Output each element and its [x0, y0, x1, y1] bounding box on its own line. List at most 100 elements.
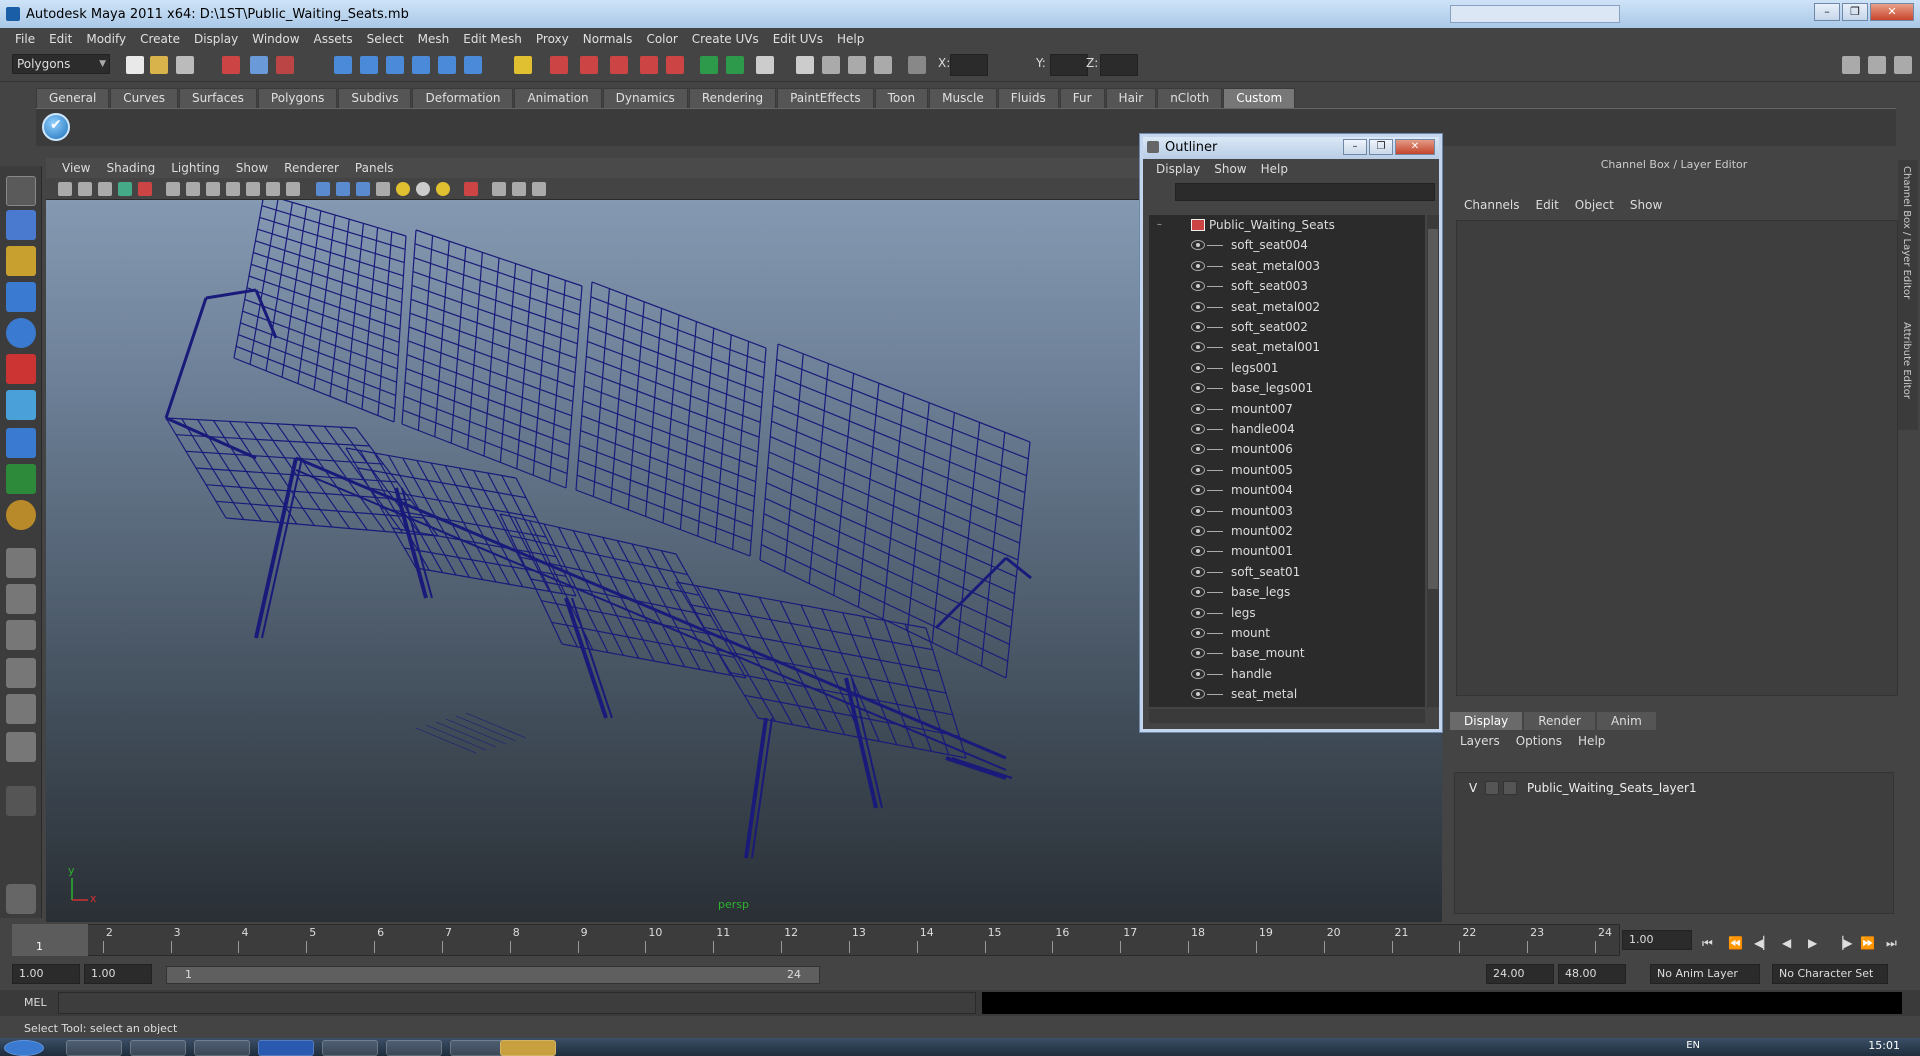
- menu-proxy[interactable]: Proxy: [529, 32, 576, 46]
- taskbar-app-2-icon[interactable]: [194, 1040, 250, 1056]
- move-tool-icon[interactable]: [6, 282, 36, 312]
- layer-menu-help[interactable]: Help: [1570, 734, 1613, 748]
- outliner-item[interactable]: seat_metal002: [1149, 297, 1425, 317]
- menu-window[interactable]: Window: [245, 32, 306, 46]
- menu-create-uvs[interactable]: Create UVs: [685, 32, 766, 46]
- character-set-selector[interactable]: No Character Set: [1772, 964, 1888, 984]
- paint-select-tool-icon[interactable]: [6, 246, 36, 276]
- manipulator-tool-icon[interactable]: [6, 390, 36, 420]
- layer-menu-options[interactable]: Options: [1508, 734, 1570, 748]
- side-tab-attribute-editor[interactable]: Attribute Editor: [1901, 322, 1912, 399]
- show-manipulator-icon[interactable]: [6, 464, 36, 494]
- more-layouts-icon[interactable]: [6, 786, 36, 816]
- menu-normals[interactable]: Normals: [576, 32, 640, 46]
- menu-display[interactable]: Display: [187, 32, 245, 46]
- panel-layout-icon[interactable]: [1842, 56, 1860, 74]
- smooth-shading-icon[interactable]: [336, 182, 350, 196]
- play-backwards-icon[interactable]: ◀: [1782, 936, 1800, 950]
- lasso-tool-icon[interactable]: [6, 210, 36, 240]
- menu-edit-mesh[interactable]: Edit Mesh: [456, 32, 529, 46]
- outliner-item[interactable]: base_mount: [1149, 643, 1425, 663]
- single-pane-layout-icon[interactable]: [6, 548, 36, 578]
- go-to-end-icon[interactable]: ⏭: [1886, 936, 1904, 950]
- shelf-tab-custom[interactable]: Custom: [1223, 88, 1296, 108]
- outliner-menu-display[interactable]: Display: [1149, 162, 1207, 176]
- command-input[interactable]: [58, 992, 976, 1014]
- render-settings-icon[interactable]: [640, 56, 658, 74]
- time-slider[interactable]: 123456789101112131415161718192021222324: [12, 924, 1620, 956]
- outliner-item[interactable]: handle004: [1149, 419, 1425, 439]
- outliner-item[interactable]: mount005: [1149, 460, 1425, 480]
- playback-start-field[interactable]: 1.00: [84, 964, 152, 984]
- side-tab-channel-box[interactable]: Channel Box / Layer Editor: [1901, 166, 1912, 299]
- render-region-icon[interactable]: [726, 56, 744, 74]
- range-slider[interactable]: 1 24: [166, 966, 820, 984]
- viewport-menu-show[interactable]: Show: [228, 161, 276, 175]
- scale-tool-icon[interactable]: [6, 354, 36, 384]
- shelf-tab-surfaces[interactable]: Surfaces: [178, 88, 257, 108]
- outliner-close-button[interactable]: ✕: [1395, 139, 1435, 155]
- layer-visibility-toggle[interactable]: V: [1469, 781, 1477, 795]
- start-time-field[interactable]: 1.00: [12, 964, 80, 984]
- shelf-tab-muscle[interactable]: Muscle: [929, 88, 997, 108]
- select-camera-icon[interactable]: [58, 182, 72, 196]
- snap-curve-icon[interactable]: [360, 56, 378, 74]
- shelf-tab-subdivs[interactable]: Subdivs: [338, 88, 412, 108]
- select-by-component-icon[interactable]: [276, 56, 294, 74]
- select-tool-icon[interactable]: [6, 176, 36, 206]
- safe-title-icon[interactable]: [286, 182, 300, 196]
- layer-tab-display[interactable]: Display: [1450, 712, 1523, 730]
- render-view-icon[interactable]: [700, 56, 718, 74]
- viewport-menu-panels[interactable]: Panels: [347, 161, 402, 175]
- outliner-item[interactable]: soft_seat003: [1149, 276, 1425, 296]
- outliner-item[interactable]: mount: [1149, 623, 1425, 643]
- outliner-root-item[interactable]: – Public_Waiting_Seats: [1149, 215, 1425, 235]
- bookmarks-icon[interactable]: [98, 182, 112, 196]
- language-indicator[interactable]: EN: [1686, 1040, 1700, 1051]
- custom-shelf-button-icon[interactable]: [42, 113, 70, 141]
- layer-tab-render[interactable]: Render: [1524, 712, 1595, 730]
- help-search-field[interactable]: [1450, 5, 1620, 23]
- outliner-item[interactable]: soft_seat002: [1149, 317, 1425, 337]
- rotate-tool-icon[interactable]: [6, 318, 36, 348]
- taskbar-app-chrome-icon[interactable]: [66, 1040, 122, 1056]
- outliner-item[interactable]: mount007: [1149, 399, 1425, 419]
- wireframe-shading-icon[interactable]: [316, 182, 330, 196]
- shelf-tab-dynamics[interactable]: Dynamics: [602, 88, 688, 108]
- image-plane-icon[interactable]: [118, 182, 132, 196]
- step-forward-key-icon[interactable]: ⏩: [1860, 936, 1878, 950]
- outliner-item[interactable]: base_legs001: [1149, 378, 1425, 398]
- outliner-menu-show[interactable]: Show: [1207, 162, 1253, 176]
- channel-box-menu-channels[interactable]: Channels: [1456, 198, 1528, 212]
- grid-icon[interactable]: [166, 182, 180, 196]
- channel-box-menu-edit[interactable]: Edit: [1528, 198, 1567, 212]
- field-chart-icon[interactable]: [246, 182, 260, 196]
- persp-graph-layout-icon[interactable]: [6, 694, 36, 724]
- show-hide-icon[interactable]: [756, 56, 774, 74]
- select-by-object-icon[interactable]: [250, 56, 268, 74]
- menu-edit[interactable]: Edit: [42, 32, 79, 46]
- viewport-menu-renderer[interactable]: Renderer: [276, 161, 347, 175]
- textured-icon[interactable]: [376, 182, 390, 196]
- taskbar-app-3-icon[interactable]: [386, 1040, 442, 1056]
- panel-layout-3-icon[interactable]: [1894, 56, 1912, 74]
- y-field[interactable]: [1050, 54, 1088, 76]
- menu-set-selector[interactable]: Polygons ▼: [12, 54, 110, 74]
- current-time-field[interactable]: 1.00: [1622, 930, 1692, 950]
- outliner-menu-help[interactable]: Help: [1254, 162, 1295, 176]
- input-output-icon[interactable]: [514, 56, 532, 74]
- four-pane-layout-icon[interactable]: [6, 584, 36, 614]
- new-scene-icon[interactable]: [126, 56, 144, 74]
- wireframe-on-shaded-icon[interactable]: [356, 182, 370, 196]
- select-by-hierarchy-icon[interactable]: [222, 56, 240, 74]
- attribute-editor-icon[interactable]: [822, 56, 840, 74]
- layer-template-toggle[interactable]: [1485, 781, 1499, 795]
- persp-outliner-layout-icon[interactable]: [6, 658, 36, 688]
- outliner-item[interactable]: mount002: [1149, 521, 1425, 541]
- menu-assets[interactable]: Assets: [307, 32, 360, 46]
- layer-row[interactable]: V Public_Waiting_Seats_layer1: [1457, 779, 1893, 797]
- shelf-tab-hair[interactable]: Hair: [1105, 88, 1157, 108]
- transform-field-icon[interactable]: [908, 56, 926, 74]
- menu-file[interactable]: File: [8, 32, 42, 46]
- isolate-select-icon[interactable]: [492, 182, 506, 196]
